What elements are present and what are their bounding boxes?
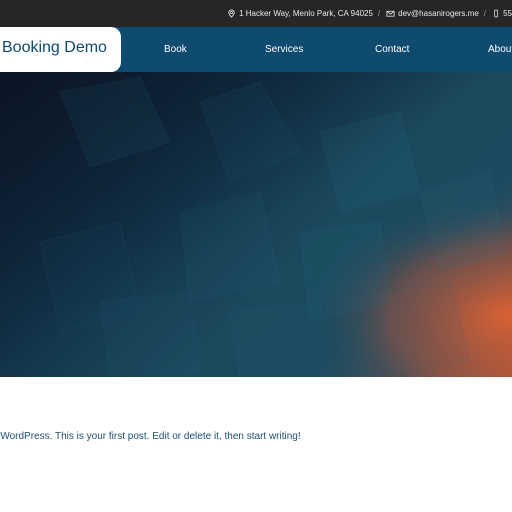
email-link[interactable]: dev@hasanirogers.me xyxy=(398,9,479,18)
mobile-phone-icon xyxy=(494,9,499,18)
hero-background-pattern xyxy=(0,72,512,377)
separator: / xyxy=(483,9,486,18)
top-bar: 1 Hacker Way, Menlo Park, CA 94025 / dev… xyxy=(0,0,512,27)
address-item: 1 Hacker Way, Menlo Park, CA 94025 xyxy=(227,9,373,18)
contact-info-row: 1 Hacker Way, Menlo Park, CA 94025 / dev… xyxy=(227,0,512,27)
nav-item-contact[interactable]: Contact xyxy=(375,44,409,55)
site-title[interactable]: Booking Demo xyxy=(2,39,107,57)
hero-banner xyxy=(0,72,512,377)
location-pin-icon xyxy=(228,9,235,18)
envelope-icon xyxy=(386,10,395,17)
nav-item-services[interactable]: Services xyxy=(265,44,303,55)
logo-container[interactable]: Booking Demo xyxy=(0,27,121,72)
phone-text[interactable]: 55 xyxy=(503,9,512,18)
phone-item[interactable]: 55 xyxy=(492,9,512,18)
email-item: dev@hasanirogers.me xyxy=(386,9,479,18)
separator: / xyxy=(377,9,381,18)
nav-item-book[interactable]: Book xyxy=(164,44,187,55)
nav-item-about[interactable]: About xyxy=(488,44,512,55)
address-text[interactable]: 1 Hacker Way, Menlo Park, CA 94025 xyxy=(239,9,373,18)
post-content: o WordPress. This is your first post. Ed… xyxy=(0,431,301,442)
post-excerpt: o WordPress. This is your first post. Ed… xyxy=(0,431,301,442)
main-navigation: Booking Demo Book Services Contact About xyxy=(0,27,512,72)
